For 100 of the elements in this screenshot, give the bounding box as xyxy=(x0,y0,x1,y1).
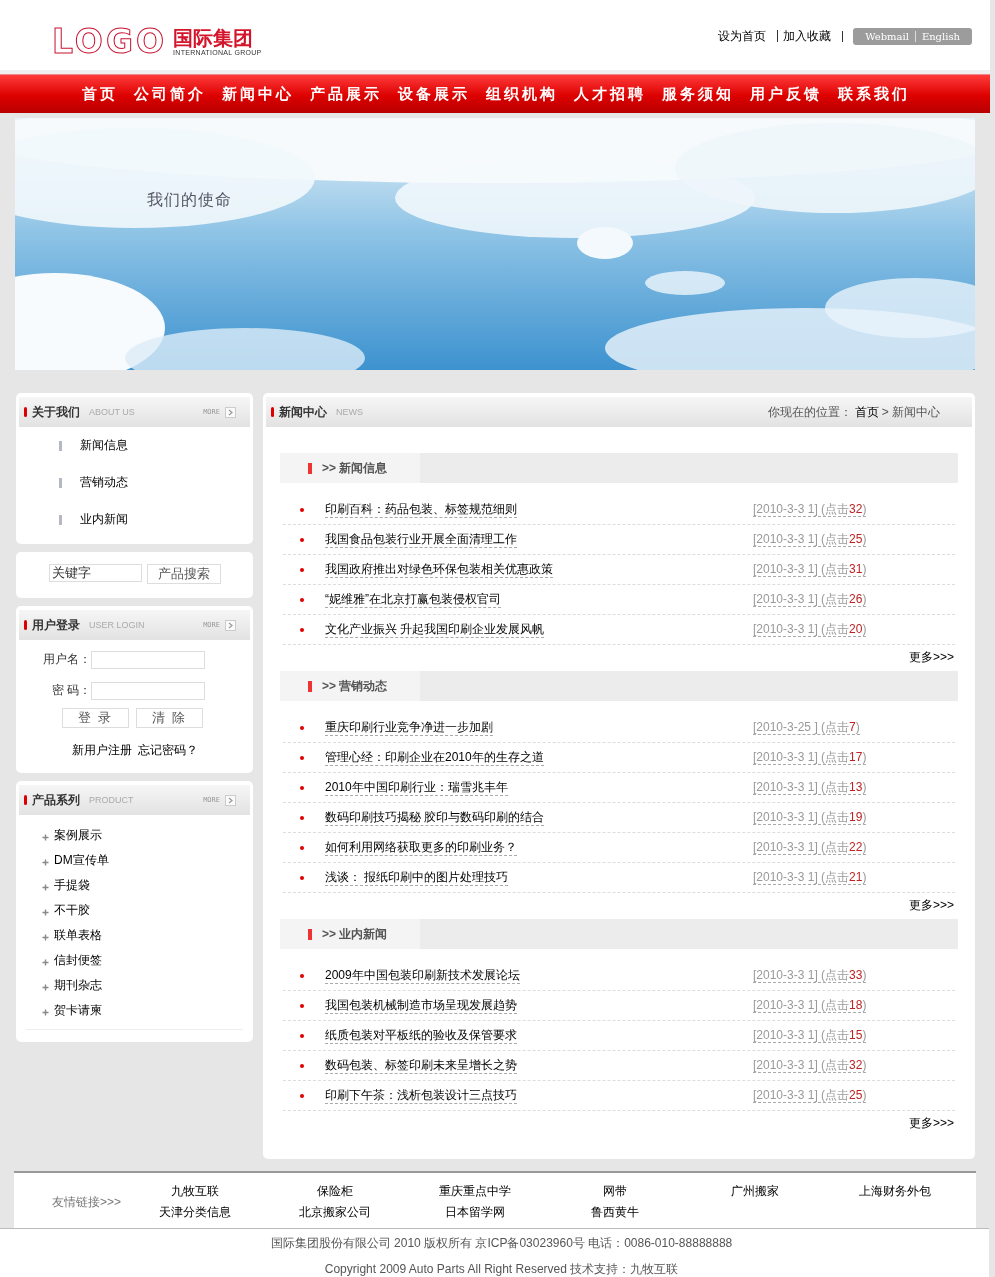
product-item[interactable]: 信封便签 xyxy=(54,952,102,969)
bullet-icon xyxy=(300,1003,304,1008)
nav-item[interactable]: 服务须知 xyxy=(662,84,734,104)
news-link[interactable]: 我国政府推出对绿色环保包装相关优惠政策 xyxy=(325,561,553,578)
plus-icon xyxy=(42,934,49,941)
bullet-icon xyxy=(300,815,304,820)
news-meta: [2010-3-3 1] (点击33) xyxy=(753,968,867,983)
plus-icon xyxy=(42,959,49,966)
nav-item[interactable]: 首页 xyxy=(82,84,118,104)
field-label: 密 码： xyxy=(50,682,91,699)
product-item[interactable]: DM宣传单 xyxy=(54,852,109,869)
news-link[interactable]: 我国食品包装行业开展全面清理工作 xyxy=(325,531,517,548)
news-link[interactable]: 文化产业振兴 升起我国印刷企业发展风帆 xyxy=(325,621,545,638)
bar-icon xyxy=(59,477,62,488)
bullet-icon xyxy=(300,507,304,512)
news-meta: [2010-3-25 ] (点击7) xyxy=(753,720,860,735)
input-field[interactable] xyxy=(91,681,205,700)
section-title: >> 新闻信息 xyxy=(322,459,388,477)
news-link[interactable]: 浅谈： 报纸印刷中的图片处理技巧 xyxy=(325,869,509,886)
logo-text: LOGO xyxy=(52,21,168,61)
input-field[interactable] xyxy=(91,650,205,669)
news-link[interactable]: 数码包装、标签印刷未来呈增长之势 xyxy=(325,1057,517,1074)
friend-link[interactable]: 九牧互联 xyxy=(125,1183,265,1200)
friend-link[interactable]: 网带 xyxy=(545,1183,685,1200)
news-meta: [2010-3-3 1] (点击17) xyxy=(753,750,867,765)
panel-title: 产品系列 xyxy=(32,791,80,809)
plus-icon xyxy=(42,909,49,916)
friend-link[interactable]: 重庆重点中学 xyxy=(405,1183,545,1200)
friend-link[interactable]: 广州搬家 xyxy=(685,1183,825,1200)
news-link[interactable]: 重庆印刷行业竞争净进一步加剧 xyxy=(325,719,493,736)
bullet-icon xyxy=(300,1063,304,1068)
friend-link[interactable]: 天津分类信息 xyxy=(125,1204,265,1221)
plus-icon xyxy=(42,884,49,891)
bullet-icon xyxy=(300,875,304,880)
nav-item[interactable]: 产品展示 xyxy=(310,84,382,104)
nav-item[interactable]: 设备展示 xyxy=(398,84,470,104)
search-field[interactable]: 关键字 xyxy=(48,564,142,582)
product-item[interactable]: 联单表格 xyxy=(54,927,102,944)
news-meta: [2010-3-3 1] (点击22) xyxy=(753,840,867,855)
breadcrumb-link[interactable]: 首页 xyxy=(854,403,879,421)
bullet-icon xyxy=(300,725,304,730)
news-link[interactable]: 我国包装机械制造市场呈现发展趋势 xyxy=(325,997,517,1014)
nav-item[interactable]: 用户反馈 xyxy=(750,84,822,104)
search-button[interactable]: 产品搜索 xyxy=(146,564,221,584)
nav-item[interactable]: 联系我们 xyxy=(838,84,910,104)
nav-item[interactable]: 新闻中心 xyxy=(222,84,294,104)
more-arrow-icon xyxy=(225,794,236,806)
panel-subtitle: NEWS xyxy=(336,407,363,417)
friend-link[interactable]: 鲁西黄牛 xyxy=(545,1204,685,1221)
panel-title: 新闻中心 xyxy=(279,403,327,421)
news-meta: [2010-3-3 1] (点击32) xyxy=(753,1058,867,1073)
news-meta: [2010-3-3 1] (点击20) xyxy=(753,622,867,637)
news-link[interactable]: 管理心经：印刷企业在2010年的生存之道 xyxy=(325,749,544,766)
news-meta: [2010-3-3 1] (点击25) xyxy=(753,1088,867,1103)
bullet-icon xyxy=(300,973,304,978)
news-meta: [2010-3-3 1] (点击26) xyxy=(753,592,867,607)
marker-icon xyxy=(271,407,274,417)
plus-icon xyxy=(42,834,49,841)
marker-icon xyxy=(24,620,27,630)
breadcrumb-label: 你现在的位置： xyxy=(767,403,852,421)
news-meta: [2010-3-3 1] (点击32) xyxy=(753,502,867,517)
nav-item[interactable]: 公司简介 xyxy=(134,84,206,104)
more-link[interactable]: 更多>>> xyxy=(908,1114,954,1132)
product-item[interactable]: 手提袋 xyxy=(54,877,90,894)
panel-subtitle: ABOUT US xyxy=(89,407,135,417)
account-link[interactable]: 新用户注册 xyxy=(71,742,132,759)
news-link[interactable]: 2009年中国包装印刷新技术发展论坛 xyxy=(325,967,520,984)
news-link[interactable]: 如何利用网络获取更多的印刷业务？ xyxy=(325,839,517,856)
news-meta: [2010-3-3 1] (点击15) xyxy=(753,1028,867,1043)
top-link[interactable]: 加入收藏 xyxy=(777,30,837,42)
brand-name: 国际集团 xyxy=(173,26,255,49)
form-button[interactable]: 清 除 xyxy=(136,708,203,728)
sidebar-item[interactable]: 营销动态 xyxy=(80,474,128,491)
friend-link[interactable]: 日本留学网 xyxy=(405,1204,545,1221)
news-meta: [2010-3-3 1] (点击21) xyxy=(753,870,867,885)
more-link[interactable]: 更多>>> xyxy=(908,648,954,666)
marker-icon xyxy=(308,928,312,940)
product-item[interactable]: 案例展示 xyxy=(54,827,102,844)
form-button[interactable]: 登 录 xyxy=(62,708,129,728)
news-link[interactable]: 印刷下午茶：浅析包装设计三点技巧 xyxy=(325,1087,517,1104)
nav-item[interactable]: 人才招聘 xyxy=(574,84,646,104)
more-link[interactable]: 更多>>> xyxy=(908,896,954,914)
top-link[interactable]: 设为首页 xyxy=(713,30,772,42)
news-link[interactable]: 数码印刷技巧揭秘 胶印与数码印刷的结合 xyxy=(325,809,545,826)
news-link[interactable]: 纸质包装对平板纸的验收及保管要求 xyxy=(325,1027,517,1044)
news-link[interactable]: 2010年中国印刷行业：瑞雪兆丰年 xyxy=(325,779,508,796)
news-link[interactable]: 印刷百科：药品包装、标签规范细则 xyxy=(325,501,517,518)
account-link[interactable]: 忘记密码？ xyxy=(137,742,198,759)
plus-icon xyxy=(42,984,49,991)
sidebar-item[interactable]: 新闻信息 xyxy=(80,437,128,454)
product-item[interactable]: 不干胶 xyxy=(54,902,90,919)
product-item[interactable]: 贺卡请柬 xyxy=(54,1002,102,1019)
friend-link[interactable]: 上海财务外包 xyxy=(825,1183,965,1200)
nav-item[interactable]: 组织机构 xyxy=(486,84,558,104)
news-link[interactable]: “妮维雅”在北京打赢包装侵权官司 xyxy=(325,591,501,608)
product-item[interactable]: 期刊杂志 xyxy=(54,977,102,994)
friend-link[interactable]: 保险柜 xyxy=(265,1183,405,1200)
friend-link[interactable]: 北京搬家公司 xyxy=(265,1204,405,1221)
links-label: 友情链接>>> xyxy=(50,1193,122,1211)
sidebar-item[interactable]: 业内新闻 xyxy=(80,511,128,528)
